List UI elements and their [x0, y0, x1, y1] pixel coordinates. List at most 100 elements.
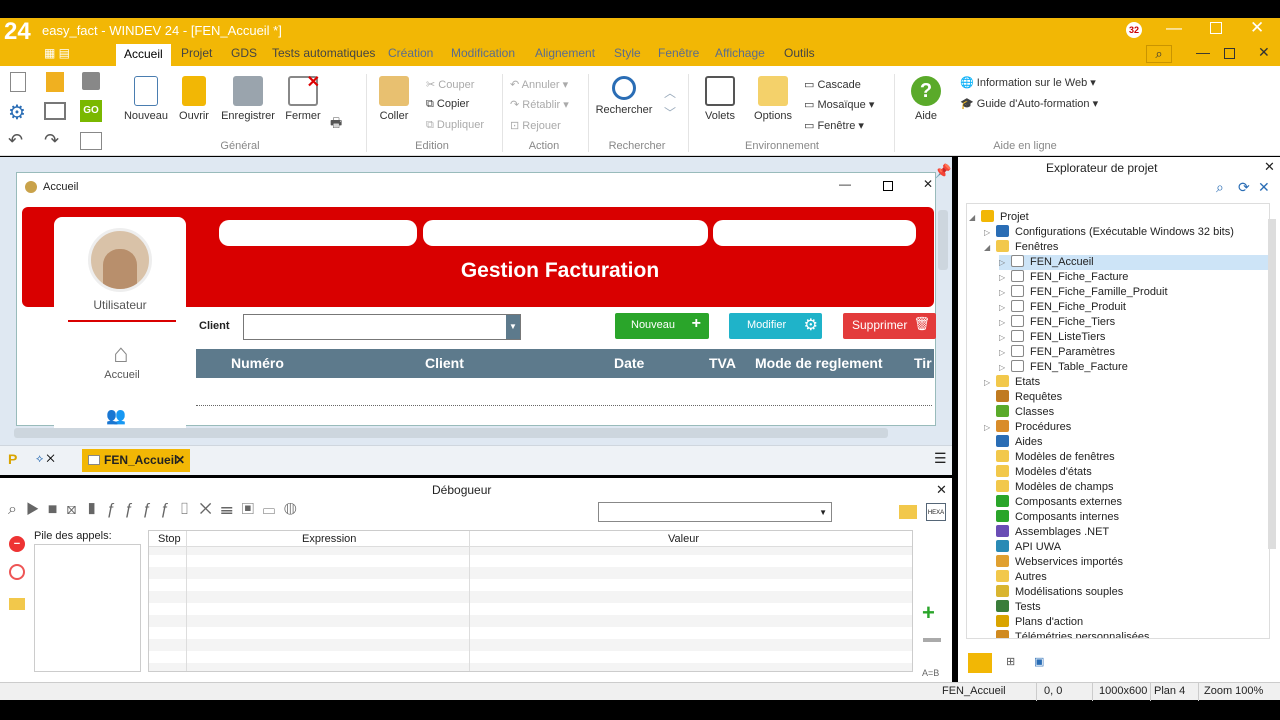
header-field-1[interactable] [219, 220, 417, 246]
col-stop[interactable]: Stop [158, 533, 181, 545]
tree-item[interactable]: ▷ FEN_Fiche_Famille_Produit [999, 285, 1269, 300]
aide-button[interactable]: ? Aide [896, 76, 956, 122]
explorer-search-icon[interactable]: ⌕ [1216, 179, 1224, 196]
doc-close-button[interactable]: ✕ [1258, 44, 1270, 61]
close-button[interactable]: ✕ [1250, 18, 1264, 38]
menu-creation[interactable]: Création [388, 46, 433, 60]
compare-ab-label[interactable]: A=B [922, 668, 939, 678]
expand-arrow-icon[interactable]: ▷ [999, 273, 1011, 282]
tree-item[interactable]: Plans d'action [984, 615, 1269, 630]
expand-arrow-icon[interactable]: ◢ [969, 213, 981, 222]
col-tir[interactable]: Tir [914, 355, 932, 371]
tree-item[interactable]: API UWA [984, 540, 1269, 555]
col-date[interactable]: Date [614, 355, 644, 371]
explorer-vscroll[interactable] [1268, 219, 1276, 549]
tree-item[interactable]: Tests [984, 600, 1269, 615]
tree-item[interactable]: Composants externes [984, 495, 1269, 510]
col-expression[interactable]: Expression [302, 533, 356, 545]
nav-accueil-label[interactable]: Accueil [64, 369, 180, 381]
expand-arrow-icon[interactable]: ▷ [984, 228, 996, 237]
home-icon[interactable]: ⌂ [106, 338, 136, 368]
maximize-button[interactable] [1210, 22, 1222, 34]
window-small-icon[interactable] [44, 102, 66, 120]
tree-item[interactable]: ▷ FEN_Fiche_Facture [999, 270, 1269, 285]
explorer-tab-icon[interactable] [968, 653, 992, 673]
expand-arrow-icon[interactable]: ▷ [999, 288, 1011, 297]
tab-fen-accueil[interactable]: FEN_Accueil ✕ [82, 449, 190, 472]
menu-accueil[interactable]: Accueil [116, 44, 171, 66]
explorer-close[interactable]: ✕ [1264, 159, 1275, 175]
options-button[interactable]: Options [743, 76, 803, 122]
watch-table[interactable]: Stop Expression Valeur [148, 530, 913, 672]
pin-icon[interactable]: 📌 [934, 163, 951, 180]
tree-item[interactable]: Webservices importés [984, 555, 1269, 570]
cascade-button[interactable]: ▭ Cascade [804, 78, 861, 91]
designer-minimize[interactable]: — [839, 177, 851, 191]
tab-close-icon[interactable]: ✕ [175, 453, 185, 467]
expand-arrow-icon[interactable]: ▷ [999, 363, 1011, 372]
project-tab-icon[interactable]: P [8, 451, 17, 467]
folder-icon[interactable] [899, 505, 917, 519]
expand-arrow-icon[interactable]: ▷ [999, 303, 1011, 312]
breakpoint-icon[interactable] [9, 564, 25, 580]
watch-icon[interactable] [9, 598, 25, 610]
table-row[interactable] [196, 405, 932, 406]
search-icon[interactable]: ⌕ [1146, 45, 1172, 63]
menu-style[interactable]: Style [614, 46, 641, 60]
settings-icon[interactable]: ⚙ [8, 100, 26, 125]
supprimer-app-button[interactable]: Supprimer 🗑 [843, 313, 936, 339]
col-client[interactable]: Client [425, 355, 464, 371]
menu-gds[interactable]: GDS [231, 46, 257, 60]
undo-icon[interactable]: ↶ [8, 130, 23, 151]
dupliquer-button[interactable]: ⧉ Dupliquer [426, 119, 484, 132]
expand-arrow-icon[interactable]: ▷ [999, 333, 1011, 342]
tree-item[interactable]: Requêtes [984, 390, 1269, 405]
refresh-icon[interactable]: ⟳ [1238, 179, 1250, 196]
graph-tab-icon[interactable]: ⊞ [1006, 655, 1015, 668]
nouveau-app-button[interactable]: Nouveau + [615, 313, 709, 339]
expand-arrow-icon[interactable]: ▷ [984, 423, 996, 432]
tree-item[interactable]: ▷ FEN_Accueil [999, 255, 1269, 270]
hexa-icon[interactable]: HEXA [926, 503, 946, 521]
notification-badge[interactable]: 32 [1126, 22, 1142, 38]
tree-item[interactable]: ▷ FEN_Fiche_Tiers [999, 315, 1269, 330]
tree-item[interactable]: Aides [984, 435, 1269, 450]
new-small-icon[interactable] [10, 72, 26, 92]
coller-button[interactable]: Coller [364, 76, 424, 122]
open-small-icon[interactable] [46, 72, 64, 92]
tree-item[interactable]: ◢ Fenêtres [984, 240, 1269, 255]
menu-modification[interactable]: Modification [451, 46, 515, 60]
header-field-3[interactable] [713, 220, 916, 246]
fenetre-button[interactable]: ▭ Fenêtre ▾ [804, 119, 864, 132]
editor-vscroll[interactable] [938, 210, 948, 270]
users-icon[interactable]: 👥 [106, 406, 126, 426]
designer-maximize[interactable] [883, 181, 893, 191]
tree-item[interactable]: ▷ FEN_Table_Facture [999, 360, 1269, 375]
tree-item[interactable]: ▷ Etats [984, 375, 1269, 390]
tree-item[interactable]: Modélisations souples [984, 585, 1269, 600]
debugger-combo[interactable]: ▼ [598, 502, 832, 522]
client-combo[interactable] [243, 314, 521, 340]
stop-icon[interactable]: − [9, 536, 25, 552]
tree-item[interactable]: Télémétries personnalisées [984, 630, 1269, 638]
ouvrir-button[interactable]: Ouvrir [164, 76, 224, 122]
minimize-button[interactable]: — [1166, 20, 1182, 38]
go-icon[interactable]: GO [80, 100, 102, 122]
retablir-button[interactable]: ↷ Rétablir ▾ [510, 98, 569, 111]
expand-arrow-icon[interactable]: ▷ [999, 258, 1011, 267]
enregistrer-button[interactable]: Enregistrer [218, 76, 278, 122]
expand-arrow-icon[interactable]: ▷ [999, 318, 1011, 327]
menu-outils[interactable]: Outils [784, 46, 815, 60]
header-field-2[interactable] [423, 220, 708, 246]
doc-restore-button[interactable] [1224, 48, 1235, 59]
graph-tab[interactable]: ⟡ ✕ [36, 453, 55, 466]
add-expression-icon[interactable]: + [922, 600, 935, 626]
expand-arrow-icon[interactable]: ▷ [984, 378, 996, 387]
debugger-close[interactable]: ✕ [936, 482, 947, 498]
tree-item[interactable]: Composants internes [984, 510, 1269, 525]
search-down-icon[interactable]: ﹀ [664, 104, 676, 121]
expand-arrow-icon[interactable]: ◢ [984, 243, 996, 252]
tree-item[interactable]: ◢ Projet [969, 210, 1269, 225]
call-stack-list[interactable] [34, 544, 141, 672]
rejouer-button[interactable]: ⊡ Rejouer [510, 119, 561, 132]
